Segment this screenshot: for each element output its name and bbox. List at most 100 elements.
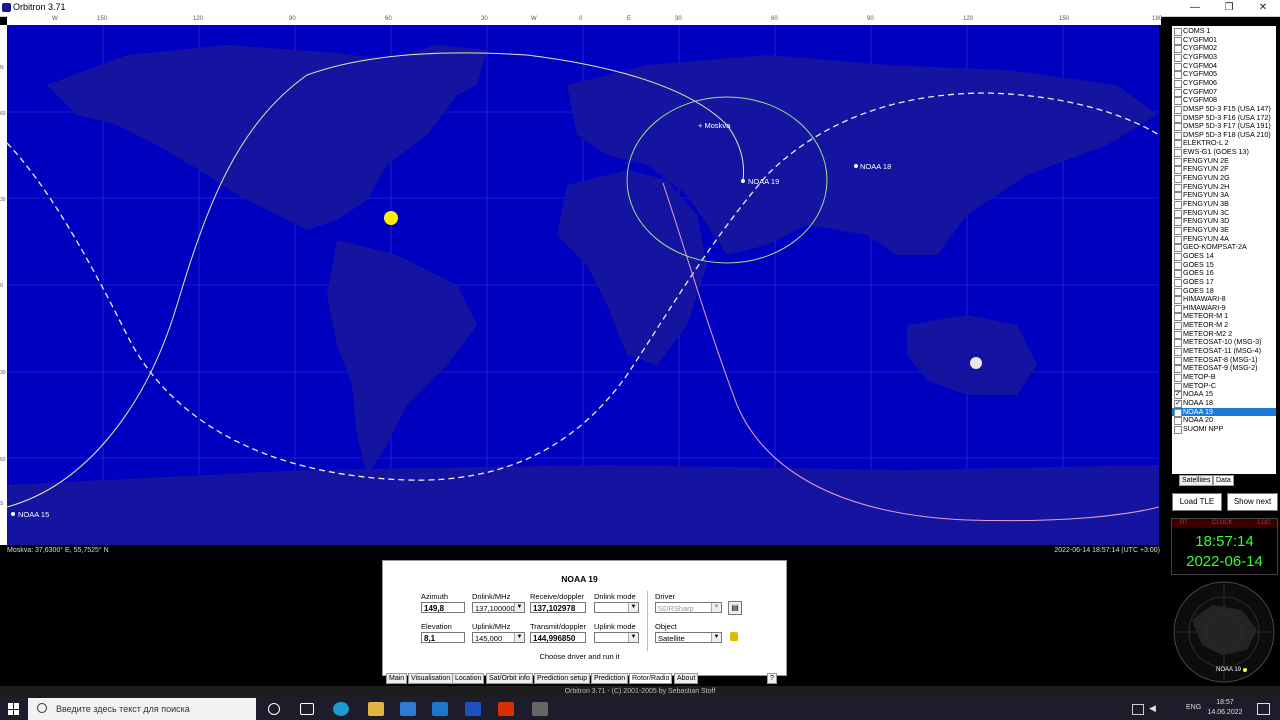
window-title: Orbitron 3.71 <box>13 2 66 12</box>
longitude-scale: W 150 120 90 60 30 W 0 E 30 60 90 120 15… <box>7 16 1163 25</box>
lat-tick: 60 <box>0 111 6 117</box>
moon-marker <box>970 357 982 369</box>
tab-visualisation[interactable]: Visualisation <box>408 673 454 684</box>
noaa19-marker[interactable] <box>741 179 745 183</box>
world-map[interactable]: + Moskva NOAA 19 NOAA 18 NOAA 15 <box>7 25 1159 545</box>
network-icon[interactable] <box>1132 704 1144 715</box>
tab-data[interactable]: Data <box>1213 475 1234 486</box>
taskbar-date[interactable]: 14.06.2022 <box>1204 709 1246 716</box>
uplink-label: Uplink/MHz <box>472 622 511 631</box>
tab-location[interactable]: Location <box>452 673 485 684</box>
orbitron-icon[interactable] <box>465 702 481 716</box>
taskbar-time[interactable]: 18:57 <box>1208 699 1242 706</box>
object-select[interactable]: Satellite ▼ <box>655 632 722 643</box>
map-canvas <box>7 25 1159 545</box>
tab-satellites[interactable]: Satellites <box>1179 475 1214 486</box>
task-view-icon[interactable] <box>300 703 314 715</box>
satellite-list-tabs: Satellites Data <box>1177 475 1277 486</box>
clock-mode-rt[interactable]: RT <box>1180 520 1188 526</box>
tab-sat-orbit-info[interactable]: Sat/Orbit info <box>486 673 533 684</box>
dnlink-mode-label: Dnlink mode <box>594 592 636 601</box>
noaa18-marker[interactable] <box>854 164 858 168</box>
lat-tick: 30 <box>0 197 6 203</box>
satellite-list-item[interactable]: SUOMI NPP <box>1172 423 1276 434</box>
uplink-mode-select[interactable]: ▼ <box>594 632 639 643</box>
lat-tick: S <box>0 501 4 507</box>
lon-tick: 90 <box>867 16 874 22</box>
satellite-list[interactable]: COMS 1 CYGFM01 CYGFM02 CYGFM03 CYGFM04 CYGFM0… <box>1172 26 1276 474</box>
receive-value: 137,102978 <box>530 602 586 613</box>
current-datetime: 2022-06-14 18:57:14 (UTC +3:00) <box>1054 547 1160 554</box>
lon-tick: 150 <box>1059 16 1070 22</box>
maximize-button[interactable]: ❐ <box>1212 0 1246 16</box>
lon-tick: 90 <box>289 16 296 22</box>
noaa15-label: NOAA 15 <box>18 510 50 519</box>
observer-coordinates: Moskva: 37,6300° E, 55,7525° N <box>7 547 109 554</box>
driver-label: Driver <box>655 592 675 601</box>
driver-select[interactable]: SDRSharp ▼ <box>655 602 722 613</box>
latitude-scale: N 60 30 0 30 60 S <box>0 25 7 545</box>
uplink-select[interactable]: 145,000 ▼ <box>472 632 525 643</box>
uplink-value: 145,000 <box>475 634 503 643</box>
object-label: Object <box>655 622 677 631</box>
radar-sat-label: NOAA 19 <box>1216 667 1242 673</box>
lock-icon[interactable] <box>730 632 738 641</box>
show-next-button[interactable]: Show next <box>1227 493 1278 511</box>
chevron-down-icon: ▼ <box>711 603 721 612</box>
store-icon[interactable] <box>400 702 416 716</box>
dnlink-select[interactable]: 137,100000 ▼ <box>472 602 525 613</box>
lon-tick: 120 <box>963 16 974 22</box>
clock-panel[interactable]: RT CLOCK LOC 18:57:14 2022-06-14 <box>1171 518 1278 575</box>
volume-icon[interactable]: ◀ <box>1149 703 1156 714</box>
close-button[interactable]: ✕ <box>1246 0 1280 16</box>
language-indicator[interactable]: ENG <box>1186 704 1201 711</box>
lon-tick: 180 <box>1152 16 1163 22</box>
lon-tick: 60 <box>771 16 778 22</box>
tab-prediction[interactable]: Prediction <box>591 673 629 684</box>
edge-icon[interactable] <box>333 702 349 716</box>
driver-settings-icon[interactable]: ▤ <box>728 601 742 615</box>
minimize-button[interactable]: — <box>1178 0 1212 16</box>
map-status-line: Moskva: 37,6300° E, 55,7525° N 2022-06-1… <box>0 545 1165 557</box>
radar-sat-marker <box>1243 668 1247 672</box>
notifications-icon[interactable] <box>1257 703 1270 715</box>
lon-tick: W <box>52 16 58 22</box>
radar-view: NOAA 19 <box>1172 580 1276 684</box>
sdrsharp-icon[interactable] <box>498 702 514 716</box>
chevron-down-icon: ▼ <box>514 633 524 642</box>
azimuth-value: 149,8 <box>421 602 465 613</box>
taskbar-search-input[interactable]: Введите здесь текст для поиска <box>28 698 256 720</box>
tab-rotor-radio[interactable]: Rotor/Radio <box>629 673 673 684</box>
driver-hint: Choose driver and run it <box>539 652 620 661</box>
lat-tick: 0 <box>0 283 3 289</box>
dnlink-mode-select[interactable]: ▼ <box>594 602 639 613</box>
cortana-icon[interactable] <box>268 703 280 715</box>
search-icon <box>37 703 47 713</box>
chevron-down-icon: ▼ <box>514 603 524 612</box>
elevation-value: 8,1 <box>421 632 465 643</box>
satellite-checkbox[interactable] <box>1174 425 1182 434</box>
lon-tick: 120 <box>193 16 204 22</box>
tab-main[interactable]: Main <box>386 673 408 684</box>
noaa19-label: NOAA 19 <box>748 177 780 186</box>
lon-tick: 0 <box>579 16 583 22</box>
clock-mode-loc[interactable]: LOC <box>1258 520 1270 526</box>
clock-mode-clock[interactable]: CLOCK <box>1212 520 1233 526</box>
noaa15-marker[interactable] <box>11 512 15 516</box>
tab-prediction-setup[interactable]: Prediction setup <box>534 673 591 684</box>
uplink-mode-label: Uplink mode <box>594 622 636 631</box>
panel-satellite-title: NOAA 19 <box>561 574 598 584</box>
transmit-value: 144,996850 <box>530 632 586 643</box>
driver-value: SDRSharp <box>658 604 694 613</box>
tab-about[interactable]: About <box>674 673 699 684</box>
satellite-name: SUOMI NPP <box>1183 423 1224 433</box>
rotor-radio-panel: NOAA 19 Azimuth 149,8 Elevation 8,1 Dnli… <box>382 560 787 676</box>
windows-start-icon[interactable] <box>8 703 20 715</box>
app-icon-taskbar[interactable] <box>532 702 548 716</box>
mail-icon[interactable] <box>432 702 448 716</box>
file-explorer-icon[interactable] <box>368 702 384 716</box>
app-icon <box>2 3 11 12</box>
noaa18-label: NOAA 18 <box>860 162 892 171</box>
load-tle-button[interactable]: Load TLE <box>1172 493 1222 511</box>
help-button[interactable]: ? <box>767 673 777 684</box>
